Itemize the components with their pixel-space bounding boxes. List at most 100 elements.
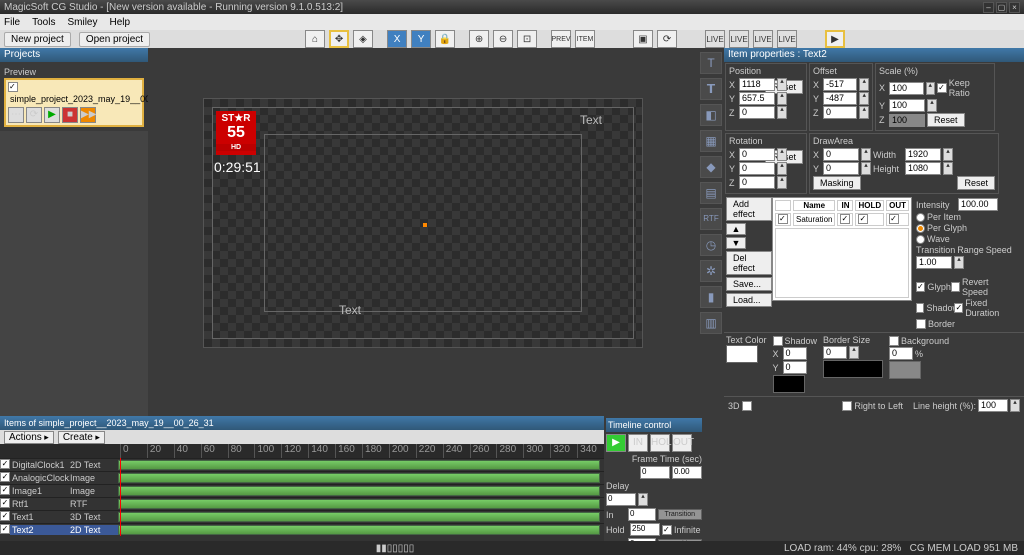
zoom-out-icon[interactable]: ⊖ bbox=[493, 30, 513, 48]
pos-x-spin[interactable]: ▴ bbox=[777, 78, 787, 91]
tool-lock-icon[interactable]: 🔒 bbox=[435, 30, 455, 48]
rot-x-input[interactable]: 0 bbox=[739, 148, 775, 161]
track-row[interactable]: Image1Image bbox=[0, 484, 604, 497]
range-spin[interactable]: ▴ bbox=[954, 256, 964, 269]
draw-reset-btn[interactable]: Reset bbox=[957, 176, 995, 190]
track-bar[interactable] bbox=[118, 486, 600, 496]
preview-ff-btn[interactable]: ▶▶ bbox=[80, 107, 96, 123]
pos-z-spin[interactable]: ▴ bbox=[777, 106, 787, 119]
off-x-input[interactable]: -517 bbox=[823, 78, 857, 91]
menu-tools[interactable]: Tools bbox=[32, 17, 55, 28]
bordersize-input[interactable]: 0 bbox=[823, 346, 847, 359]
draw-x-input[interactable]: 0 bbox=[823, 148, 859, 161]
off-y-input[interactable]: -487 bbox=[823, 92, 857, 105]
frame-input[interactable]: 0 bbox=[640, 466, 670, 479]
vtool-doc-icon[interactable]: ▤ bbox=[700, 182, 722, 204]
scale-y-spin[interactable]: ▴ bbox=[927, 99, 937, 112]
tl-hold-btn[interactable]: HOLD bbox=[650, 434, 670, 452]
track-bar[interactable] bbox=[118, 499, 600, 509]
tool-home-icon[interactable]: ⌂ bbox=[305, 30, 325, 48]
canvas-text1[interactable]: Text bbox=[580, 113, 602, 127]
flag-live3-icon[interactable]: LIVE bbox=[753, 30, 773, 48]
lh-spin[interactable]: ▴ bbox=[1010, 399, 1020, 412]
flag-play-icon[interactable]: ▶ bbox=[825, 30, 845, 48]
zoom-fit-icon[interactable]: ⊡ bbox=[517, 30, 537, 48]
fx-load-btn[interactable]: Load... bbox=[726, 293, 772, 307]
track-row[interactable]: AnalogicClock1Image bbox=[0, 471, 604, 484]
scale-x-spin[interactable]: ▴ bbox=[926, 82, 936, 95]
rot-y-spin[interactable]: ▴ bbox=[777, 162, 787, 175]
rot-z-input[interactable]: 0 bbox=[739, 176, 775, 189]
lineheight-input[interactable]: 100 bbox=[978, 399, 1008, 412]
preview-enable-cb[interactable] bbox=[8, 82, 18, 92]
revert-cb[interactable] bbox=[951, 282, 960, 292]
draw-w-spin[interactable]: ▴ bbox=[943, 148, 953, 161]
vtool-chart-icon[interactable]: ▥ bbox=[700, 312, 722, 334]
fx-down-btn[interactable]: ▼ bbox=[726, 237, 746, 249]
canvas-logo[interactable]: ST★R 55 HD bbox=[216, 111, 256, 155]
draw-x-spin[interactable]: ▴ bbox=[861, 148, 871, 161]
track-row[interactable]: Rtf1RTF bbox=[0, 497, 604, 510]
tl-in-btn[interactable]: IN bbox=[628, 434, 648, 452]
textcolor-swatch[interactable] bbox=[726, 345, 758, 363]
rot-y-input[interactable]: 0 bbox=[739, 162, 775, 175]
min-btn[interactable]: – bbox=[983, 2, 994, 13]
track-row[interactable]: DigitalClock12D Text bbox=[0, 458, 604, 471]
off-x-spin[interactable]: ▴ bbox=[859, 78, 869, 91]
max-btn[interactable]: ▢ bbox=[996, 2, 1007, 13]
track-cb[interactable] bbox=[0, 485, 10, 497]
rot-x-spin[interactable]: ▴ bbox=[777, 148, 787, 161]
track-bar[interactable] bbox=[118, 512, 600, 522]
keep-ratio-cb[interactable] bbox=[937, 83, 947, 93]
hold-input[interactable]: 250 bbox=[630, 523, 660, 536]
glyph-cb[interactable] bbox=[916, 282, 925, 292]
track-bar[interactable] bbox=[118, 473, 600, 483]
masking-btn[interactable]: Masking bbox=[813, 176, 861, 190]
menu-file[interactable]: File bbox=[4, 17, 20, 28]
open-project-btn[interactable]: Open project bbox=[79, 32, 150, 47]
draw-h-spin[interactable]: ▴ bbox=[943, 162, 953, 175]
time-input[interactable]: 0.00 bbox=[672, 466, 702, 479]
prev-select-btn[interactable]: PREV bbox=[551, 30, 571, 48]
bgcolor-swatch[interactable] bbox=[889, 361, 921, 379]
flag-live1-icon[interactable]: LIVE bbox=[705, 30, 725, 48]
fx-row-name[interactable]: Saturation bbox=[793, 213, 835, 226]
draw-y-input[interactable]: 0 bbox=[823, 162, 859, 175]
new-project-btn[interactable]: New project bbox=[4, 32, 71, 47]
shadow-cb[interactable] bbox=[916, 303, 924, 313]
fx-hold-cb[interactable] bbox=[858, 214, 868, 224]
per-glyph-radio[interactable] bbox=[916, 224, 925, 233]
off-y-spin[interactable]: ▴ bbox=[859, 92, 869, 105]
border-cb[interactable] bbox=[916, 319, 926, 329]
scale-x-input[interactable]: 100 bbox=[889, 82, 924, 95]
track-cb[interactable] bbox=[0, 472, 10, 484]
pos-z-input[interactable]: 0 bbox=[739, 106, 775, 119]
track-cb[interactable] bbox=[0, 524, 10, 536]
preview-reload-btn[interactable]: ⟳ bbox=[26, 107, 42, 123]
shadowcolor-swatch[interactable] bbox=[773, 375, 805, 393]
tool-monitor-icon[interactable]: ▣ bbox=[633, 30, 653, 48]
tool-target-icon[interactable]: ◈ bbox=[353, 30, 373, 48]
tool-x-btn[interactable]: X bbox=[387, 30, 407, 48]
wave-radio[interactable] bbox=[916, 235, 925, 244]
preview-stop-btn[interactable]: ■ bbox=[62, 107, 78, 123]
delay-spin[interactable]: ▴ bbox=[638, 493, 648, 506]
menu-help[interactable]: Help bbox=[110, 17, 131, 28]
track-bar[interactable] bbox=[118, 525, 600, 535]
per-item-radio[interactable] bbox=[916, 213, 925, 222]
scale-y-input[interactable]: 100 bbox=[889, 99, 925, 112]
preview-menu-btn[interactable]: ⋯ bbox=[8, 107, 24, 123]
fixed-cb[interactable] bbox=[954, 303, 963, 313]
delay-input[interactable]: 0 bbox=[606, 493, 636, 506]
scale-reset-btn[interactable]: Reset bbox=[927, 113, 965, 127]
in-input[interactable]: 0 bbox=[628, 508, 656, 521]
track-cb[interactable] bbox=[0, 459, 10, 471]
fx-table[interactable]: NameINHOLDOUT Saturation bbox=[772, 197, 912, 301]
pos-x-input[interactable]: 1118 bbox=[739, 78, 775, 91]
bordercolor-swatch[interactable] bbox=[823, 360, 883, 378]
draw-y-spin[interactable]: ▴ bbox=[861, 162, 871, 175]
vtool-rtf-icon[interactable]: RTF bbox=[700, 208, 722, 230]
3d-cb[interactable] bbox=[742, 401, 752, 411]
tl-play-btn[interactable]: ▶ bbox=[606, 434, 626, 452]
tl-out-btn[interactable]: OUT bbox=[672, 434, 692, 452]
